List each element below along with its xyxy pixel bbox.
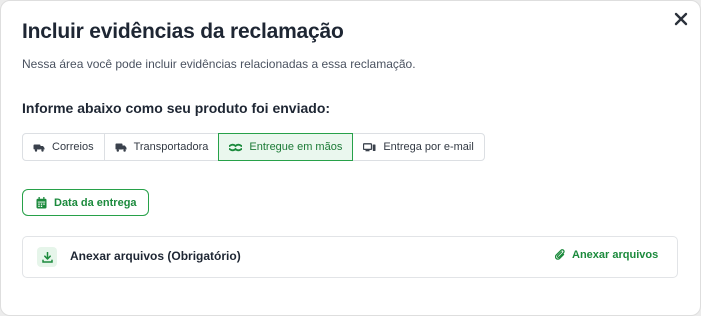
shipping-option-label: Entrega por e-mail	[383, 141, 474, 153]
close-icon	[674, 12, 688, 26]
modal-title: Incluir evidências da reclamação	[22, 20, 344, 43]
calendar-icon	[36, 196, 47, 208]
attach-files-button[interactable]: Anexar arquivos	[555, 249, 658, 261]
attachments-card: Anexar arquivos (Obrigatório) Anexar arq…	[22, 236, 678, 278]
modal-subtitle: Nessa área você pode incluir evidências …	[22, 57, 416, 71]
handshake-icon	[229, 143, 243, 151]
shipping-option-correios[interactable]: Correios	[22, 133, 105, 161]
email-device-icon	[363, 142, 376, 151]
attach-files-label: Anexar arquivos	[572, 249, 659, 261]
close-button[interactable]	[669, 7, 693, 31]
attachments-leading-icon-box	[37, 247, 57, 267]
download-icon	[41, 251, 53, 263]
shipping-option-entregue-em-maos[interactable]: Entregue em mãos	[218, 133, 354, 161]
shipping-heading: Informe abaixo como seu produto foi envi…	[22, 100, 331, 116]
shipping-option-label: Entregue em mãos	[249, 141, 343, 153]
shipping-method-selector: Correios Transportadora Entregue em mãos	[22, 133, 485, 161]
delivery-date-button[interactable]: Data da entrega	[22, 189, 149, 216]
shipping-option-label: Transportadora	[133, 141, 209, 153]
shipping-option-transportadora[interactable]: Transportadora	[103, 133, 220, 161]
evidence-modal: Incluir evidências da reclamação Nessa á…	[0, 0, 701, 316]
paperclip-icon	[555, 249, 565, 260]
shipping-option-label: Correios	[52, 141, 94, 153]
mail-truck-icon	[33, 144, 45, 152]
attachments-label: Anexar arquivos (Obrigatório)	[70, 249, 241, 263]
truck-icon	[115, 143, 127, 152]
shipping-option-entrega-por-email[interactable]: Entrega por e-mail	[352, 133, 485, 161]
delivery-date-label: Data da entrega	[54, 196, 137, 209]
